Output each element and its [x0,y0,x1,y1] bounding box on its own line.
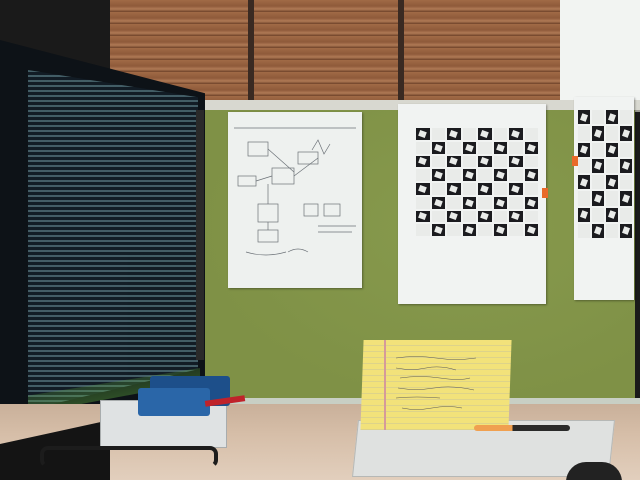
monitor-screen-text [28,70,198,410]
blinds-divider [248,0,254,108]
bright-window [560,0,640,100]
checkerboard-pattern [416,128,538,236]
black-cable [40,446,218,468]
hand-drawn-diagram [234,127,356,256]
diagram-sheet [228,112,362,288]
pen [474,425,570,431]
handwritten-notes [395,356,477,410]
monitor-bezel [196,110,204,360]
legal-pad-margin-line [384,340,386,430]
orange-tab [572,156,578,166]
orange-tab [542,188,548,198]
blinds-divider [398,0,404,108]
cubicle-photo [0,0,640,480]
blue-device [138,388,210,416]
checkerboard-pattern-partial [578,110,632,238]
